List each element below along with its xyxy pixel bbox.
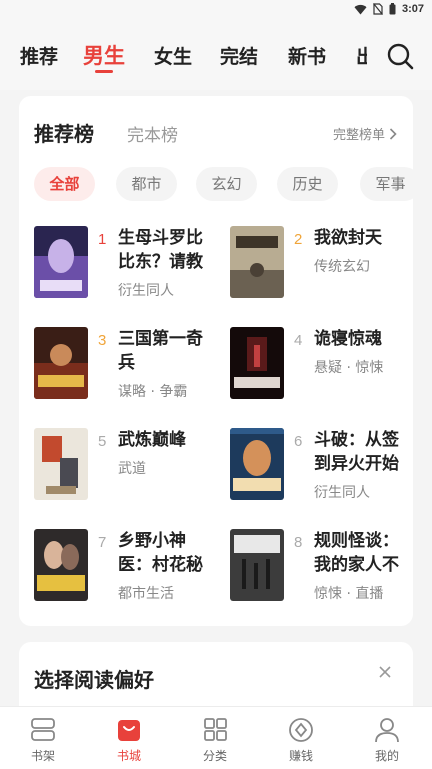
tab-partial: 出 xyxy=(356,46,367,68)
full-list-label: 完整榜单 xyxy=(332,128,385,143)
book-tag: 都市生活 xyxy=(118,586,174,602)
book-item[interactable]: 6 斗破：从签到异火开始 衍生同人 xyxy=(230,428,413,508)
book-title: 我欲封天 xyxy=(314,228,382,248)
book-tag: 衍生同人 xyxy=(118,283,174,299)
book-title: 诡寝惊魂 xyxy=(314,329,382,349)
rank-number: 5 xyxy=(98,433,107,450)
chip-fantasy[interactable]: 玄幻 xyxy=(196,167,257,201)
book-item[interactable]: 2 我欲封天 传统玄幻 xyxy=(230,226,413,306)
book-tag: 惊悚 · 直播 xyxy=(314,586,384,602)
book-tag: 传统玄幻 xyxy=(314,259,370,275)
book-title: 生母斗罗比比东？请教 xyxy=(118,228,203,272)
chip-urban[interactable]: 都市 xyxy=(116,167,177,201)
book-tag: 衍生同人 xyxy=(314,485,370,501)
nav-label: 书城 xyxy=(116,749,141,763)
tab-overflow[interactable]: 出 xyxy=(356,42,367,72)
book-cover xyxy=(230,226,284,298)
tab-new-books[interactable]: 新书 xyxy=(288,42,326,69)
book-title: 三国第一奇兵 xyxy=(118,329,203,373)
bookshelf-icon xyxy=(31,718,55,741)
wifi-icon xyxy=(354,4,367,15)
shopping-bag-icon xyxy=(118,720,140,741)
rank-number: 1 xyxy=(98,231,107,248)
status-bar: 3:07 xyxy=(0,0,432,22)
book-cover xyxy=(34,327,88,399)
book-title: 斗破：从签到异火开始 xyxy=(314,430,399,474)
book-title: 规则怪谈：我的家人不 xyxy=(314,531,399,575)
tab-completed-ranking[interactable]: 完本榜 xyxy=(127,121,178,146)
status-icons: 3:07 xyxy=(354,3,424,15)
nav-profile[interactable]: 我的 xyxy=(344,707,430,769)
book-item[interactable]: 4 诡寝惊魂 悬疑 · 惊悚 xyxy=(230,327,413,407)
book-cover xyxy=(230,529,284,601)
nav-bookshelf[interactable]: 书架 xyxy=(0,707,86,769)
book-cover xyxy=(230,428,284,500)
active-tab-indicator xyxy=(95,70,113,73)
book-item[interactable]: 5 武炼巅峰 武道 xyxy=(34,428,229,508)
book-item[interactable]: 7 乡野小神医：村花秘 都市生活 xyxy=(34,529,229,609)
nav-label: 分类 xyxy=(202,749,227,763)
book-tag: 谋略 · 争霸 xyxy=(118,384,188,400)
nav-label: 赚钱 xyxy=(288,749,313,763)
book-item[interactable]: 1 生母斗罗比比东？请教 衍生同人 xyxy=(34,226,229,306)
book-cover xyxy=(34,226,88,298)
chip-military[interactable]: 军事 xyxy=(360,167,413,201)
category-chips: 全部 都市 玄幻 历史 军事 xyxy=(34,167,413,201)
coin-icon xyxy=(289,718,313,742)
chip-all[interactable]: 全部 xyxy=(34,167,95,201)
preference-title: 选择阅读偏好 xyxy=(34,668,154,692)
tab-recommend-ranking[interactable]: 推荐榜 xyxy=(34,118,94,147)
book-item[interactable]: 8 规则怪谈：我的家人不 惊悚 · 直播 xyxy=(230,529,413,609)
status-time: 3:07 xyxy=(401,3,424,15)
rank-number: 4 xyxy=(294,332,303,349)
user-icon xyxy=(375,718,399,743)
no-sim-icon xyxy=(373,3,383,15)
grid-icon xyxy=(204,718,227,741)
rank-number: 2 xyxy=(294,231,303,248)
book-title: 乡野小神医：村花秘 xyxy=(118,531,203,575)
nav-categories[interactable]: 分类 xyxy=(172,707,258,769)
ranking-card: 推荐榜 完本榜 完整榜单 全部 都市 玄幻 历史 军事 1 生母斗罗比比东？请教… xyxy=(19,96,413,626)
rank-number: 8 xyxy=(294,534,303,551)
bottom-nav: 书架 书城 分类 赚钱 我的 xyxy=(0,706,432,769)
book-title: 武炼巅峰 xyxy=(118,430,186,450)
rank-number: 6 xyxy=(294,433,303,450)
book-cover xyxy=(230,327,284,399)
rank-number: 7 xyxy=(98,534,107,551)
book-tag: 悬疑 · 惊悚 xyxy=(314,360,384,376)
search-icon[interactable] xyxy=(386,42,414,70)
tab-recommend[interactable]: 推荐 xyxy=(20,42,58,69)
nav-label: 书架 xyxy=(30,749,55,763)
book-item[interactable]: 3 三国第一奇兵 谋略 · 争霸 xyxy=(34,327,229,407)
tab-female[interactable]: 女生 xyxy=(154,42,192,69)
tab-male[interactable]: 男生 xyxy=(83,40,125,70)
nav-bookstore[interactable]: 书城 xyxy=(86,707,172,769)
tab-completed[interactable]: 完结 xyxy=(220,42,258,69)
full-list-link[interactable]: 完整榜单 xyxy=(333,124,397,143)
battery-icon xyxy=(389,3,396,15)
book-tag: 武道 xyxy=(118,461,146,477)
chip-history[interactable]: 历史 xyxy=(277,167,338,201)
book-cover xyxy=(34,529,88,601)
book-cover xyxy=(34,428,88,500)
nav-label: 我的 xyxy=(374,749,399,763)
nav-earn[interactable]: 赚钱 xyxy=(258,707,344,769)
chevron-right-icon xyxy=(389,127,397,140)
rank-number: 3 xyxy=(98,332,107,349)
top-nav: 推荐 男生 女生 完结 新书 出 xyxy=(0,22,432,90)
close-icon[interactable] xyxy=(379,666,391,678)
